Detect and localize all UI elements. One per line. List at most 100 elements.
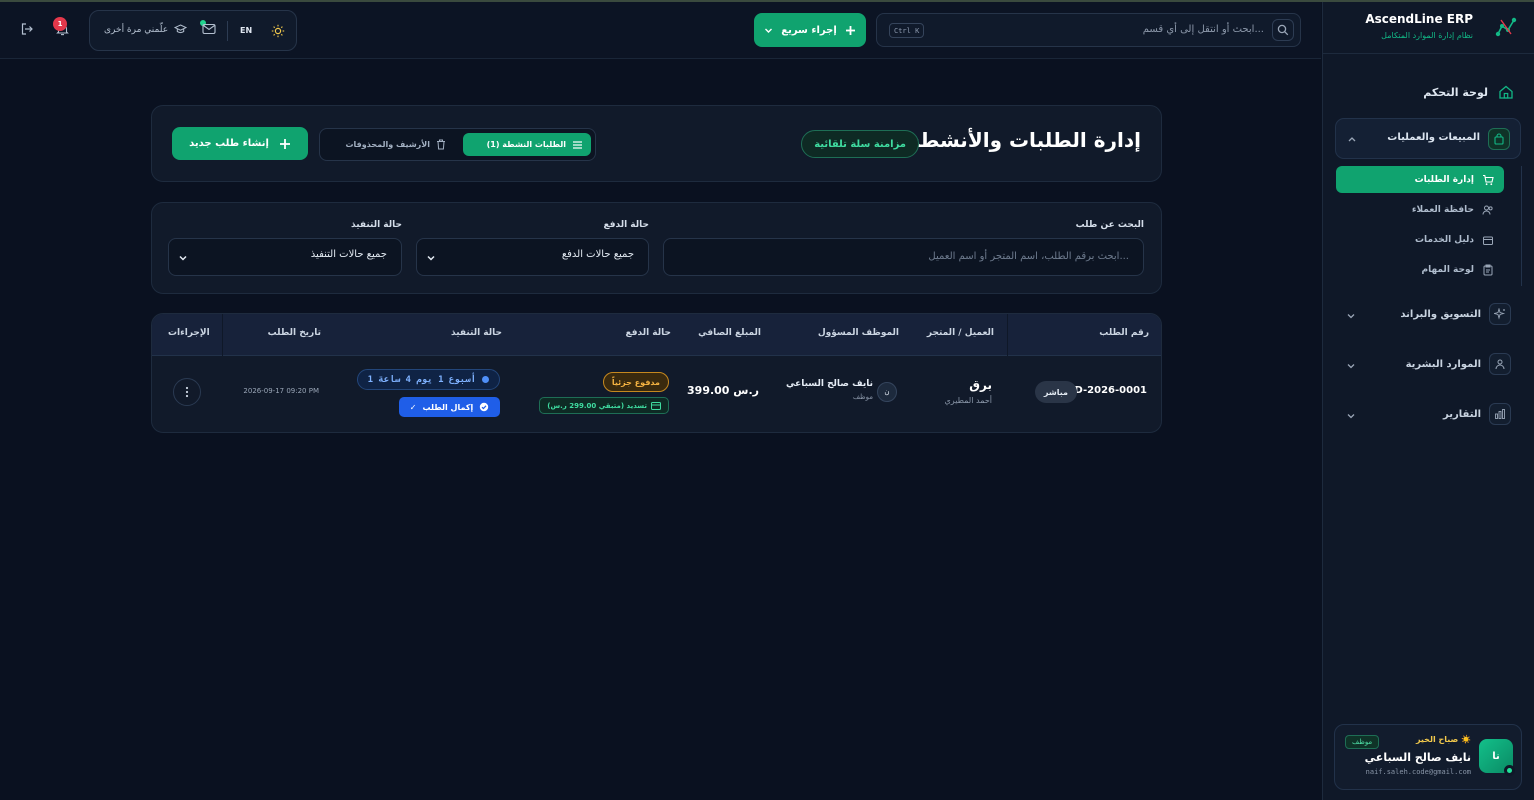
sidebar-item-orders[interactable]: إدارة الطلبات xyxy=(1336,166,1504,193)
graduation-cap-icon xyxy=(174,24,188,34)
order-search-input[interactable]: ابحث برقم الطلب، اسم المتجر أو اسم العمي… xyxy=(663,238,1144,276)
plus-icon xyxy=(279,138,290,149)
more-vertical-icon xyxy=(185,386,189,398)
tools-divider xyxy=(227,21,228,41)
chevron-down-icon xyxy=(765,28,773,33)
top-header: ابحث أو انتقل إلى أي قسم... Ctrl K إجراء… xyxy=(0,2,1321,59)
payment-filter-label: حالة الدفع xyxy=(603,220,649,230)
filters-card: البحث عن طلب ابحث برقم الطلب، اسم المتجر… xyxy=(151,202,1162,294)
customer-name: برق xyxy=(969,378,992,392)
duration-text: 1 أسبوع 1 يوم 4 ساعة xyxy=(367,374,476,385)
column-header: المبلغ الصافي xyxy=(698,328,761,338)
employee-avatar: ن xyxy=(877,382,897,402)
tab-label: الأرشيف والمحذوفات xyxy=(345,140,430,149)
column-header: الموظف المسؤول xyxy=(817,328,899,338)
app-root: ابحث أو انتقل إلى أي قسم... Ctrl K إجراء… xyxy=(0,0,1534,800)
sidebar-group-reports[interactable]: التقارير xyxy=(1335,400,1521,430)
sub-item-label: حافظة العملاء xyxy=(1411,204,1474,215)
user-email: naif.saleh.code@gmail.com xyxy=(1365,768,1471,776)
sidebar-group-marketing[interactable]: التسويق والبراند xyxy=(1335,300,1521,330)
sub-item-label: إدارة الطلبات xyxy=(1414,174,1474,185)
create-order-label: إنشاء طلب جديد xyxy=(189,138,269,149)
check-icon: ✓ xyxy=(409,402,417,412)
sub-item-label: دليل الخدمات xyxy=(1415,234,1474,245)
sidebar-group-sales[interactable]: المبيعات والعمليات xyxy=(1335,118,1521,159)
employee-name: نايف صالح السباعي xyxy=(786,379,873,389)
cart-icon xyxy=(1483,174,1494,185)
tab-archive[interactable]: الأرشيف والمحذوفات xyxy=(326,133,454,156)
tab-label: الطلبات النشطة (1) xyxy=(486,140,566,149)
sidebar-group-hr[interactable]: الموارد البشرية xyxy=(1335,350,1521,380)
column-header: حالة الدفع xyxy=(625,328,671,338)
sales-group-label: المبيعات والعمليات xyxy=(1387,132,1480,143)
duration-dot xyxy=(482,376,489,383)
brand-subtitle: نظام إدارة الموارد المتكامل xyxy=(1381,31,1473,40)
tab-active-orders[interactable]: الطلبات النشطة (1) xyxy=(463,133,591,156)
mail-icon[interactable] xyxy=(202,23,216,35)
marketing-group-label: التسويق والبراند xyxy=(1400,309,1481,320)
chevron-down-icon xyxy=(179,255,187,261)
reports-group-label: التقارير xyxy=(1443,409,1481,420)
shopping-bag-icon xyxy=(1488,128,1510,150)
quick-action-label: إجراء سريع xyxy=(781,24,837,36)
sidebar-item-customers[interactable]: حافظة العملاء xyxy=(1336,196,1504,223)
net-amount: 399.00 ر.س xyxy=(687,384,759,397)
sales-submenu: إدارة الطلبات حافظة العملاء دليل الخدمات… xyxy=(1336,166,1512,286)
search-placeholder: ابحث أو انتقل إلى أي قسم... xyxy=(1142,24,1264,35)
plus-icon xyxy=(845,25,855,35)
exec-filter-label: حالة التنفيذ xyxy=(351,220,402,230)
shortcut-badge: Ctrl K xyxy=(889,23,925,38)
column-divider xyxy=(222,314,223,356)
trash-icon xyxy=(437,139,445,150)
brand-name: AscendLine ERP xyxy=(1365,12,1473,26)
users-icon xyxy=(1482,205,1493,215)
language-toggle[interactable]: EN xyxy=(240,26,252,35)
payment-status-select[interactable]: جميع حالات الدفع xyxy=(416,238,649,276)
sidebar-item-tasks[interactable]: لوحة المهام xyxy=(1336,256,1504,283)
chevron-down-icon xyxy=(1347,314,1355,319)
search-icon[interactable] xyxy=(1272,19,1294,41)
page-title: إدارة الطلبات والأنشطة xyxy=(908,128,1141,152)
payment-status-badge: مدفوع جزئياً xyxy=(602,372,669,392)
sidebar: AscendLine ERP نظام إدارة الموارد المتكا… xyxy=(1322,2,1534,800)
chevron-down-icon xyxy=(1347,414,1355,419)
table-header: رقم الطلب العميل / المتجر الموظف المسؤول… xyxy=(152,314,1161,356)
settle-label: تسديد (متبقي 299.00 ر.س) xyxy=(547,401,647,410)
exec-status-select[interactable]: جميع حالات التنفيذ xyxy=(168,238,402,276)
sidebar-item-services[interactable]: دليل الخدمات xyxy=(1336,226,1504,253)
orders-table: رقم الطلب العميل / المتجر الموظف المسؤول… xyxy=(151,313,1162,433)
chevron-up-icon xyxy=(1348,137,1356,142)
chevron-down-icon xyxy=(427,255,435,261)
check-circle-icon xyxy=(480,402,489,412)
channel-badge: مباشر xyxy=(1034,381,1077,403)
notification-badge: 1 xyxy=(53,17,67,31)
complete-order-label: إكمال الطلب xyxy=(422,402,474,412)
exec-status-value: جميع حالات التنفيذ xyxy=(310,249,387,260)
column-header: الإجراءات xyxy=(168,328,210,338)
complete-order-button[interactable]: إكمال الطلب ✓ xyxy=(399,397,500,417)
online-status-dot xyxy=(1504,765,1515,776)
quick-action-button[interactable]: إجراء سريع xyxy=(754,13,866,47)
create-order-button[interactable]: إنشاء طلب جديد xyxy=(172,127,308,160)
brand-header: AscendLine ERP نظام إدارة الموارد المتكا… xyxy=(1323,2,1534,54)
column-header: تاريخ الطلب xyxy=(267,328,321,338)
role-badge: موظف xyxy=(1345,735,1380,749)
hr-icon xyxy=(1489,353,1511,375)
column-header: حالة التنفيذ xyxy=(451,328,502,338)
sidebar-item-dashboard[interactable]: لوحة التحكم xyxy=(1338,80,1514,104)
teach-again-button[interactable]: علّمني مرة أخرى xyxy=(104,24,188,35)
user-name: نايف صالح السباعي xyxy=(1364,751,1471,764)
logout-icon[interactable] xyxy=(20,22,34,36)
row-actions-button[interactable] xyxy=(173,378,201,406)
global-search-input[interactable]: ابحث أو انتقل إلى أي قسم... Ctrl K xyxy=(876,13,1301,47)
brand-logo-icon xyxy=(1495,17,1517,37)
user-profile-card[interactable]: نا صباح الخير ☀️ موظف نايف صالح السباعي … xyxy=(1334,724,1522,790)
order-date: 2026-09-17 09:20 PM xyxy=(243,387,319,395)
settle-button[interactable]: تسديد (متبقي 299.00 ر.س) xyxy=(539,397,669,414)
clipboard-icon xyxy=(1483,264,1493,275)
sub-item-label: لوحة المهام xyxy=(1421,264,1474,275)
orders-tabs: الطلبات النشطة (1) الأرشيف والمحذوفات xyxy=(319,128,596,161)
sun-icon[interactable] xyxy=(271,24,285,38)
order-search-placeholder: ابحث برقم الطلب، اسم المتجر أو اسم العمي… xyxy=(928,251,1129,262)
teach-again-label: علّمني مرة أخرى xyxy=(104,24,169,35)
